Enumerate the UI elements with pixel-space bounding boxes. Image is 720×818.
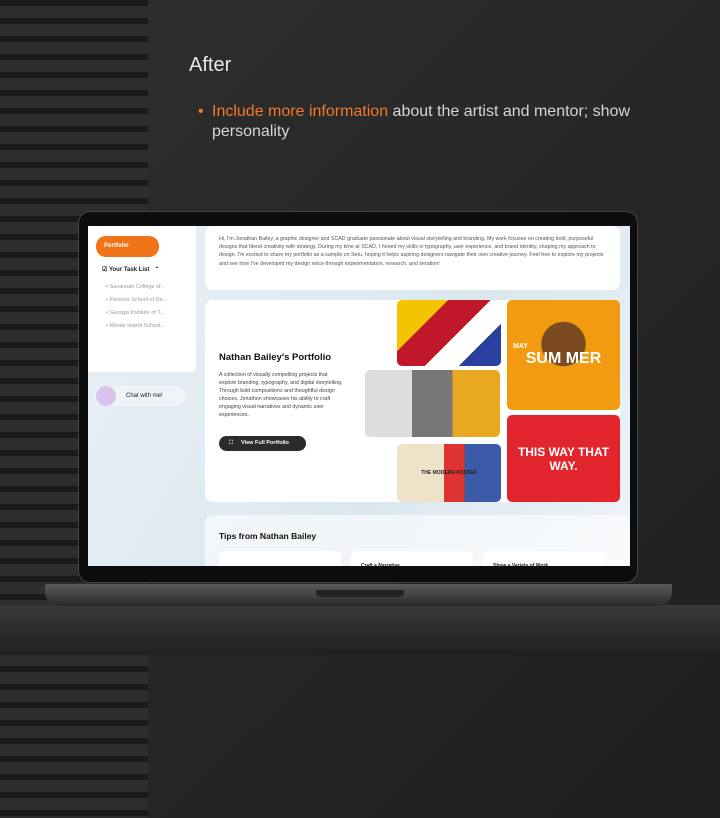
poster-artwork[interactable]: THE MODERN POSTER — [397, 444, 501, 502]
task-label: Rhode Island School... — [109, 323, 165, 329]
task-item[interactable]: ▪ Georgia Institute of T... — [106, 310, 165, 316]
laptop-notch — [316, 590, 404, 597]
intro-card: Hi, I'm Jonathan Bailey, a graphic desig… — [205, 226, 620, 290]
task-list-toggle[interactable]: ☑ Your Task List ⌃ — [102, 266, 159, 273]
sidebar-item-portfolio-inspiration[interactable]: Portfolio Inspiration — [96, 236, 159, 270]
task-label: Parsons School of De... — [109, 297, 168, 303]
may-text: MAY — [513, 342, 528, 350]
bw-portrait-artwork[interactable] — [365, 370, 500, 437]
summer-text: SUM MER — [525, 349, 602, 367]
slide-bullet: Include more information about the artis… — [198, 102, 668, 142]
tip-card[interactable] — [219, 551, 341, 566]
portfolio-description: A collection of visually compelling proj… — [219, 372, 343, 418]
sidebar: Portfolio Inspiration ☑ Your Task List ⌃… — [88, 226, 196, 372]
app-screen: Portfolio Inspiration ☑ Your Task List ⌃… — [88, 226, 630, 566]
summer-artwork[interactable]: MAY SUM MER — [507, 300, 620, 410]
tip-card[interactable]: Craft a Narrative — [351, 551, 473, 566]
this-way-text: THIS WAY THAT WAY. — [517, 444, 610, 473]
task-label: Savannah College of... — [109, 284, 166, 290]
tips-section: Tips from Nathan Bailey Craft a Narrativ… — [205, 515, 630, 566]
task-list-label: Your Task List — [108, 267, 150, 273]
typography-artwork[interactable] — [397, 300, 501, 366]
task-item[interactable]: ▪ Rhode Island School... — [106, 323, 165, 329]
portfolio-card: Nathan Bailey's Portfolio A collection o… — [205, 300, 620, 502]
this-way-artwork[interactable]: THIS WAY THAT WAY. — [507, 415, 620, 502]
task-label: Georgia Institute of T... — [109, 310, 165, 316]
slide-heading: After — [189, 54, 232, 76]
task-item[interactable]: ▪ Savannah College of... — [106, 284, 165, 290]
tip-card[interactable]: Show a Variety of Work — [483, 551, 605, 566]
view-portfolio-button[interactable]: View Full Portfolio — [219, 436, 306, 451]
poster-text: THE MODERN POSTER — [421, 470, 477, 476]
portfolio-title: Nathan Bailey's Portfolio — [219, 352, 332, 363]
tips-title: Tips from Nathan Bailey — [219, 531, 317, 541]
bullet-highlight: Include more information — [212, 103, 389, 120]
shelf — [0, 605, 720, 655]
mentor-avatar — [96, 386, 116, 406]
task-item[interactable]: ▪ Parsons School of De... — [106, 297, 167, 303]
